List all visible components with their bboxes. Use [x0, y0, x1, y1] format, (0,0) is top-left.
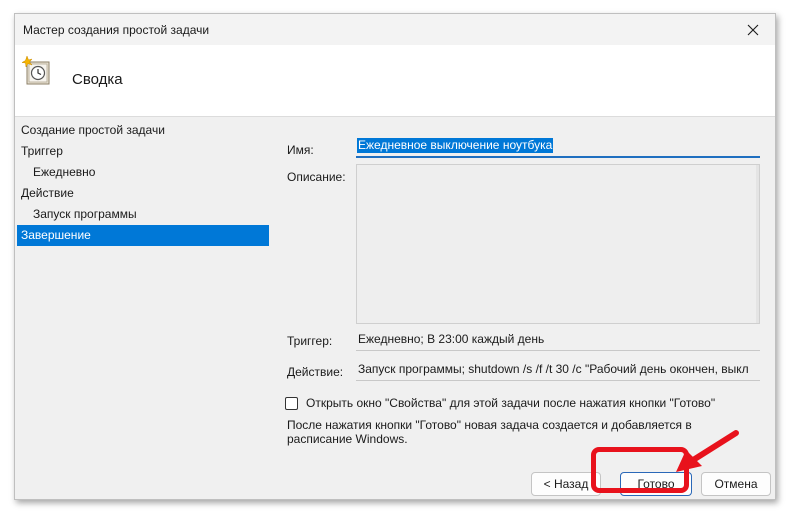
open-properties-checkbox[interactable]: [285, 396, 298, 410]
nav-step-trigger[interactable]: Триггер: [17, 141, 269, 162]
cancel-button[interactable]: Отмена: [701, 472, 771, 496]
trigger-field[interactable]: Ежедневно; В 23:00 каждый день: [356, 329, 760, 351]
nav-step-action[interactable]: Действие: [17, 183, 269, 204]
trigger-label: Триггер:: [287, 334, 333, 348]
description-scrollbar[interactable]: [756, 165, 759, 323]
window-title: Мастер создания простой задачи: [23, 23, 210, 37]
finish-button[interactable]: Готово: [620, 472, 692, 496]
action-label: Действие:: [287, 365, 344, 379]
wizard-steps-nav: Создание простой задачи Триггер Ежедневн…: [17, 120, 269, 246]
nav-step-daily[interactable]: Ежедневно: [17, 162, 269, 183]
title-bar[interactable]: Мастер создания простой задачи: [15, 14, 775, 45]
wizard-header: Сводка: [15, 45, 775, 117]
back-button[interactable]: < Назад: [531, 472, 601, 496]
action-field[interactable]: Запуск программы; shutdown /s /f /t 30 /…: [356, 359, 760, 381]
name-value: Ежедневное выключение ноутбука: [357, 138, 554, 153]
page-title: Сводка: [72, 71, 123, 88]
name-input[interactable]: Ежедневное выключение ноутбука: [356, 136, 760, 158]
clock-task-icon: [21, 55, 50, 85]
name-label: Имя:: [287, 143, 314, 157]
close-button[interactable]: [731, 14, 775, 45]
nav-step-create-task[interactable]: Создание простой задачи: [17, 120, 269, 141]
description-textarea[interactable]: [356, 164, 760, 324]
task-wizard-window: Мастер создания простой задачи Сводка Со…: [14, 13, 776, 500]
description-label: Описание:: [287, 170, 346, 184]
nav-step-start-program[interactable]: Запуск программы: [17, 204, 269, 225]
finish-info-text: После нажатия кнопки "Готово" новая зада…: [287, 418, 692, 446]
close-icon: [747, 24, 759, 35]
open-properties-option[interactable]: Открыть окно "Свойства" для этой задачи …: [285, 396, 715, 410]
open-properties-label[interactable]: Открыть окно "Свойства" для этой задачи …: [306, 396, 715, 410]
nav-step-finish[interactable]: Завершение: [17, 225, 269, 246]
